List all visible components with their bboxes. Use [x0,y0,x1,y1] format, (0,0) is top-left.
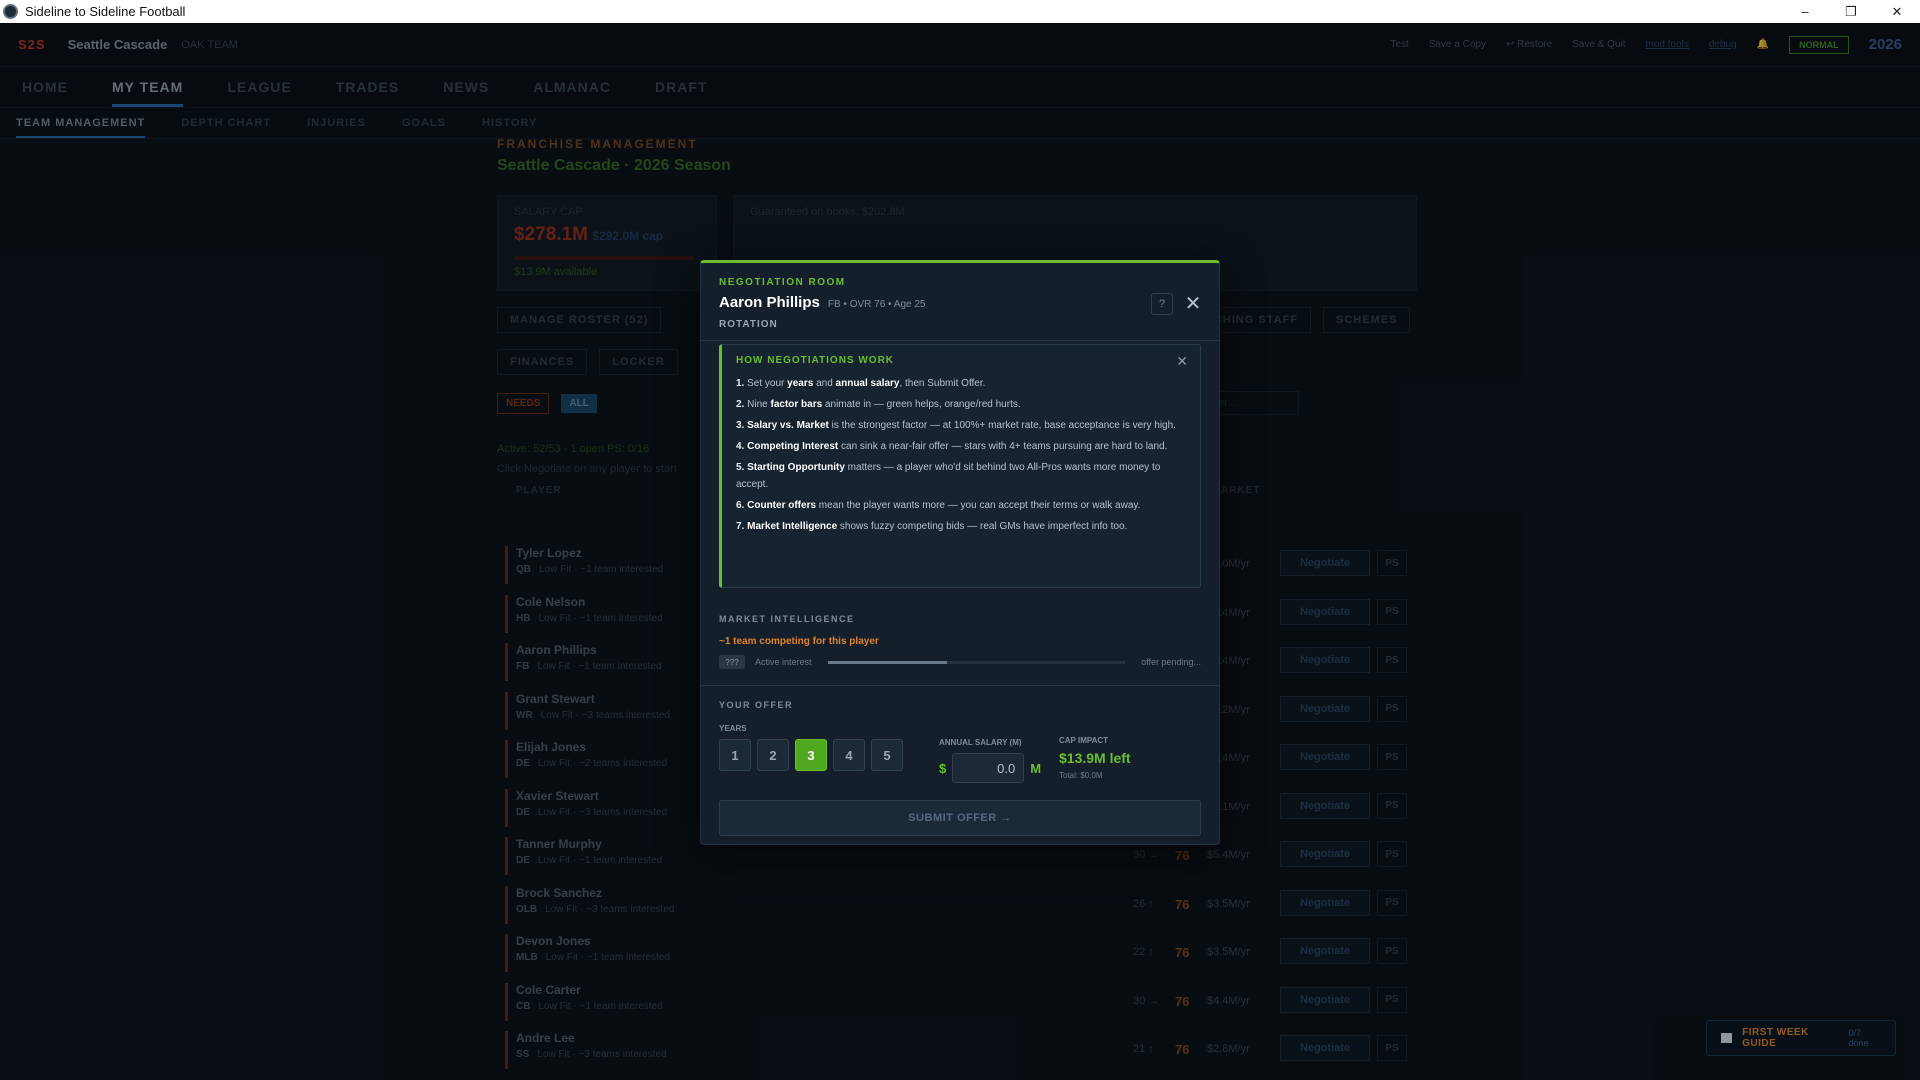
step-text-post: animate in — green helps, orange/red hur… [822,399,1021,410]
salary-row: $ 0.0 M [939,753,1041,783]
interest-bar-fill [827,660,947,664]
step-bold-1: Salary vs. Market [747,420,829,431]
salary-group: ANNUAL SALARY (M) $ 0.0 M [939,738,1041,783]
market-intelligence: MARKET INTELLIGENCE ~1 team competing fo… [701,614,1219,686]
player-meta: FB • OVR 76 • Age 25 [827,299,926,310]
step-bold-1: Counter offers [747,500,817,511]
your-offer: YOUR OFFER YEARS 12345 ANNUAL SALARY (M)… [701,700,1219,786]
years-label: YEARS [719,724,747,733]
step-bold-1: Starting Opportunity [747,462,845,473]
restore-button[interactable]: ❐ [1828,0,1874,23]
close-window-button[interactable]: ✕ [1874,0,1920,23]
step-number: 1. [736,378,745,389]
how-step: 5. Starting Opportunity matters — a play… [736,459,1186,493]
how-step: 2. Nine factor bars animate in — green h… [736,396,1186,413]
year-option-1[interactable]: 1 [719,739,751,771]
year-option-3[interactable]: 3 [795,739,827,771]
modal-eyebrow: NEGOTIATION ROOM [719,277,846,288]
year-option-2[interactable]: 2 [757,739,789,771]
close-icon[interactable]: ✕ [1181,291,1205,315]
market-title: MARKET INTELLIGENCE [719,614,855,624]
step-number: 7. [736,521,745,532]
step-number: 4. [736,441,745,452]
cap-total: Total: $0.0M [1059,771,1103,780]
how-step: 1. Set your years and annual salary, the… [736,375,1186,392]
how-negotiations-panel: HOW NEGOTIATIONS WORK ✕ 1. Set your year… [719,344,1201,588]
window-title-bar: Sideline to Sideline Football – ❐ ✕ [0,0,1920,23]
step-bold-2: annual salary [835,378,900,389]
salary-label: ANNUAL SALARY (M) [939,738,1022,747]
player-role: ROTATION [719,319,778,330]
dismiss-how-icon[interactable]: ✕ [1176,353,1188,370]
market-warning: ~1 team competing for this player [719,636,879,647]
how-step: 6. Counter offers mean the player wants … [736,497,1186,514]
step-text-post: , then Submit Offer. [899,378,986,389]
step-number: 6. [736,500,745,511]
step-bold-1: years [787,378,814,389]
modal-header: NEGOTIATION ROOM Aaron Phillips FB • OVR… [701,263,1219,341]
step-bold-1: factor bars [770,399,823,410]
salary-input[interactable]: 0.0 [952,753,1025,783]
player-heading: Aaron Phillips FB • OVR 76 • Age 25 [719,294,1201,311]
step-number: 3. [736,420,745,431]
how-title: HOW NEGOTIATIONS WORK [736,355,895,366]
step-text-post: mean the player wants more — you can acc… [816,500,1141,511]
help-button[interactable]: ? [1151,293,1173,315]
interest-bar [827,660,1126,664]
window-controls: – ❐ ✕ [1782,0,1920,23]
app-icon [3,4,18,19]
step-text-post: shows fuzzy competing bids — real GMs ha… [837,521,1128,532]
step-bold-1: Competing Interest [747,441,839,452]
negotiation-modal: NEGOTIATION ROOM Aaron Phillips FB • OVR… [700,260,1220,845]
unknown-team-badge: ??? [719,655,745,669]
cap-left: $13.9M left [1059,750,1131,766]
step-text-mid: and [813,378,836,389]
window-title: Sideline to Sideline Football [25,4,186,19]
step-number: 5. [736,462,745,473]
cap-impact-label: CAP IMPACT [1059,736,1109,745]
offer-title: YOUR OFFER [719,700,794,710]
how-steps: 1. Set your years and annual salary, the… [736,375,1186,535]
submit-offer-button[interactable]: SUBMIT OFFER → [719,800,1201,836]
step-number: 2. [736,399,745,410]
minimize-button[interactable]: – [1782,0,1828,23]
interest-status: offer pending... [1141,657,1201,667]
offer-controls: YEARS 12345 ANNUAL SALARY (M) $ 0.0 M CA… [719,724,1201,786]
how-step: 3. Salary vs. Market is the strongest fa… [736,417,1186,434]
year-option-5[interactable]: 5 [871,739,903,771]
step-text-pre: Set your [747,378,788,389]
year-option-4[interactable]: 4 [833,739,865,771]
player-name: Aaron Phillips [719,294,820,311]
currency-symbol: $ [939,760,947,776]
step-bold-1: Market Intelligence [747,521,838,532]
cap-impact: CAP IMPACT $13.9M left Total: $0.0M [1059,736,1131,780]
how-step: 7. Market Intelligence shows fuzzy compe… [736,518,1186,535]
how-step: 4. Competing Interest can sink a near-fa… [736,438,1186,455]
interest-label: Active interest [755,657,812,667]
step-text-post: is the strongest factor — at 100%+ marke… [828,420,1176,431]
step-text-pre: Nine [747,399,771,410]
step-text-post: can sink a near-fair offer — stars with … [838,441,1168,452]
salary-unit: M [1030,760,1042,776]
interest-row: ??? Active interest offer pending... [719,655,1201,669]
